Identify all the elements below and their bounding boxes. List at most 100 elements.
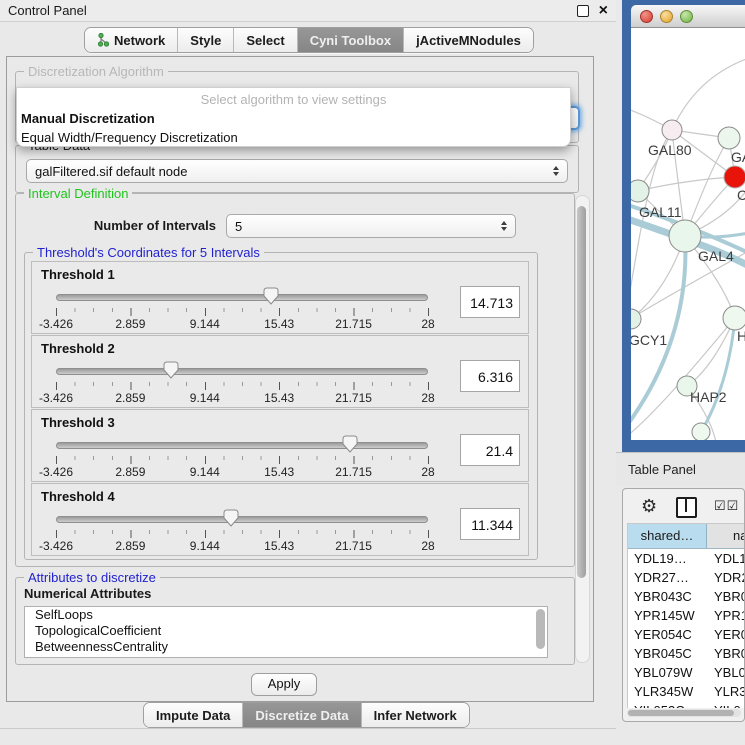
table-panel: ⚙ ☑☑ shared… na YDL19…YDL1 YDR27…YDR2 YB… [622,488,745,722]
numerical-attributes-list[interactable]: SelfLoops TopologicalCoefficient Between… [24,606,548,658]
column-header-shared-name[interactable]: shared… [628,524,707,548]
table-row[interactable]: YDR27…YDR2 [628,568,745,587]
scale-label: 15.43 [264,317,294,331]
close-traffic-light-icon[interactable] [640,10,653,23]
cell-shared-name[interactable]: YBR045C [628,644,706,663]
cell-shared-name[interactable]: YLR345W [628,682,706,701]
cell-shared-name[interactable]: YER054C [628,625,706,644]
tab-network[interactable]: Network [85,28,178,52]
attribute-item[interactable]: SelfLoops [25,607,547,623]
algorithm-option-equal-width[interactable]: Equal Width/Frequency Discretization [17,128,570,147]
node-h[interactable] [723,306,745,330]
tab-select[interactable]: Select [234,28,297,52]
threshold-1-slider[interactable]: -3.426 2.859 9.144 15.43 21.715 28 [56,286,428,332]
cell-shared-name[interactable]: YBR043C [628,587,706,606]
slider-ticks [56,456,429,464]
threshold-4-slider[interactable]: -3.426 2.859 9.144 15.43 21.715 28 [56,508,428,554]
threshold-2-value-field[interactable]: 6.316 [460,360,520,392]
cell-shared-name[interactable]: YPR145W [628,606,706,625]
scale-label: 15.43 [264,539,294,553]
cell-name[interactable]: YDR2 [706,568,745,587]
settings-scrollbar-thumb[interactable] [577,206,586,578]
gear-icon[interactable]: ⚙ [641,489,657,523]
threshold-2-slider[interactable]: -3.426 2.859 9.144 15.43 21.715 28 [56,360,428,406]
table-row[interactable]: YER054CYER0 [628,625,745,644]
select-columns-icon[interactable]: ☑☑ [714,489,739,523]
scale-label: 9.144 [190,539,220,553]
node-selected-red[interactable] [724,166,745,188]
slider-track[interactable] [56,368,428,375]
table-row[interactable]: YDL19…YDL1 [628,549,745,568]
cell-name[interactable]: YER0 [706,625,745,644]
node-partial[interactable] [692,423,710,440]
control-panel-title: Control Panel [8,3,87,18]
cell-name[interactable]: YBL0 [706,663,745,682]
network-window-titlebar[interactable] [631,5,745,28]
node-gal11[interactable] [631,180,649,202]
table-row[interactable]: YIL052CYIL0 [628,701,745,708]
settings-scrollbar[interactable] [575,195,590,663]
zoom-traffic-light-icon[interactable] [680,10,693,23]
cell-name[interactable]: YBR0 [706,587,745,606]
node-label: GA [731,149,745,165]
tab-infer-network[interactable]: Infer Network [362,703,469,727]
node-ga[interactable] [718,127,740,149]
table-row[interactable]: YBL079WYBL0 [628,663,745,682]
table-header-row: shared… na [628,524,745,549]
cell-name[interactable]: YLR3 [706,682,745,701]
slider-track[interactable] [56,294,428,301]
tab-jactivemnodules[interactable]: jActiveMNodules [404,28,533,52]
table-row[interactable]: YPR145WYPR1 [628,606,745,625]
split-columns-icon[interactable] [676,497,697,518]
cell-name[interactable]: YIL0 [706,701,745,708]
slider-thumb[interactable] [342,435,358,456]
cell-name[interactable]: YDL1 [706,549,745,568]
slider-thumb[interactable] [263,287,279,308]
number-of-intervals-combobox[interactable]: 5 [226,214,516,238]
apply-button[interactable]: Apply [251,673,317,696]
threshold-4-value-field[interactable]: 11.344 [460,508,520,540]
table-data-combobox[interactable]: galFiltered.sif default node [26,159,568,183]
algorithm-placeholder-option[interactable]: Select algorithm to view settings [17,90,570,109]
threshold-1-value-field[interactable]: 14.713 [460,286,520,318]
cell-shared-name[interactable]: YBL079W [628,663,706,682]
attributes-group: Attributes to discretize Numerical Attri… [15,577,575,665]
node-gal80[interactable] [662,120,682,140]
table-horizontal-scrollbar[interactable] [627,709,741,717]
threshold-3-slider[interactable]: -3.426 2.859 9.144 15.43 21.715 28 [56,434,428,480]
slider-thumb[interactable] [163,361,179,382]
tab-cyni-toolbox[interactable]: Cyni Toolbox [298,28,404,52]
tab-style-label: Style [190,33,221,48]
slider-thumb[interactable] [223,509,239,530]
tab-style[interactable]: Style [178,28,234,52]
table-row[interactable]: YBR043CYBR0 [628,587,745,606]
table-horizontal-scrollbar-thumb[interactable] [628,710,734,716]
tab-jactivemnodules-label: jActiveMNodules [416,33,521,48]
cell-shared-name[interactable]: YIL052C [628,701,706,708]
close-icon[interactable]: × [599,6,608,16]
cell-shared-name[interactable]: YDR27… [628,568,706,587]
network-canvas[interactable]: GAL80 GA C GAL11 GAL4 GCY1 H HAP2 [631,28,745,440]
attribute-item[interactable]: TopologicalCoefficient [25,623,547,639]
tab-impute-data[interactable]: Impute Data [144,703,243,727]
minimize-traffic-light-icon[interactable] [660,10,673,23]
slider-ticks [56,308,429,316]
cell-shared-name[interactable]: YDL19… [628,549,706,568]
table-row[interactable]: YLR345WYLR3 [628,682,745,701]
bottom-tabbar: Impute Data Discretize Data Infer Networ… [143,702,470,728]
control-panel: Control Panel × Network Style Select Cyn… [0,0,617,745]
attribute-item[interactable]: BetweennessCentrality [25,639,547,655]
cell-name[interactable]: YBR0 [706,644,745,663]
attributes-scrollbar-thumb[interactable] [536,609,545,649]
column-header-name[interactable]: na [707,524,745,548]
table-row[interactable]: YBR045CYBR0 [628,644,745,663]
algorithm-option-manual[interactable]: Manual Discretization [17,109,570,128]
slider-track[interactable] [56,516,428,523]
float-window-icon[interactable] [577,5,589,17]
slider-track[interactable] [56,442,428,449]
threshold-3-value-field[interactable]: 21.4 [460,434,520,466]
cell-name[interactable]: YPR1 [706,606,745,625]
scale-label: -3.426 [39,465,73,479]
node-gal4[interactable] [669,220,701,252]
tab-discretize-data[interactable]: Discretize Data [243,703,361,727]
